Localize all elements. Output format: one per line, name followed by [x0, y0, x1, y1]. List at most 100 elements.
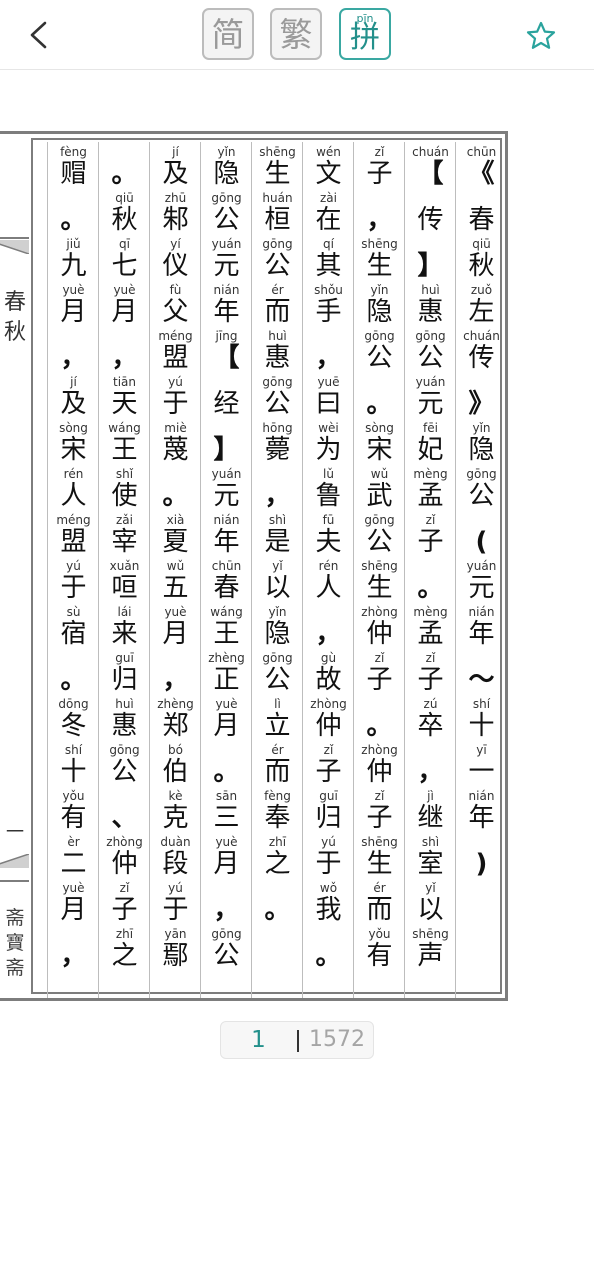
- hanzi-char: 》: [468, 389, 495, 419]
- hanzi-char: 】: [213, 435, 240, 465]
- char-cell: shēng 生: [354, 560, 405, 605]
- char-cell: fèng 赗: [48, 146, 99, 191]
- char-cell: ，: [48, 928, 99, 973]
- hanzi-char: 。: [366, 711, 393, 741]
- char-cell: 》: [456, 376, 507, 421]
- hanzi-char: 仲: [111, 849, 138, 879]
- hanzi-char: ): [475, 849, 488, 879]
- text-column: 。 qiū 秋 qī 七 yuè 月 ， tiān 天 wáng 王 shǐ 使 zǎi 宰 xuǎn 咺 lái 来…: [99, 140, 150, 1000]
- char-cell: zhī 之: [99, 928, 150, 973]
- char-cell: zǐ 子: [354, 146, 405, 191]
- hanzi-char: 有: [60, 803, 87, 833]
- hanzi-char: 子: [315, 757, 342, 787]
- char-cell: 传: [405, 192, 456, 237]
- char-cell: lái 来: [99, 606, 150, 651]
- hanzi-char: 室: [417, 849, 444, 879]
- hanzi-char: ～: [468, 665, 495, 695]
- hanzi-char: 子: [366, 803, 393, 833]
- char-cell: zuǒ 左: [456, 284, 507, 329]
- char-cell: yuè 月: [201, 698, 252, 743]
- hanzi-char: 于: [315, 849, 342, 879]
- hanzi-char: 春: [213, 573, 240, 603]
- char-cell: 】: [405, 238, 456, 283]
- char-cell: shì 是: [252, 514, 303, 559]
- side-page-number: 一: [6, 822, 24, 843]
- hanzi-char: 于: [162, 895, 189, 925]
- char-cell: yǒu 有: [48, 790, 99, 835]
- char-cell: bó 伯: [150, 744, 201, 789]
- hanzi-char: ，: [111, 343, 138, 373]
- hanzi-char: 鄢: [162, 941, 189, 971]
- char-cell: zǐ 子: [354, 790, 405, 835]
- hanzi-char: 在: [315, 205, 342, 235]
- total-pages: 1572: [309, 1027, 365, 1052]
- char-cell: jì 继: [405, 790, 456, 835]
- char-cell: jí 及: [150, 146, 201, 191]
- char-cell: qí 其: [303, 238, 354, 283]
- char-cell: huì 惠: [405, 284, 456, 329]
- char-cell: tiān 天: [99, 376, 150, 421]
- hanzi-char: 蔑: [162, 435, 189, 465]
- hanzi-char: 秋: [111, 205, 138, 235]
- hanzi-char: 伯: [162, 757, 189, 787]
- hanzi-char: 子: [417, 527, 444, 557]
- hanzi-char: 、: [111, 803, 138, 833]
- star-outline-icon: [526, 21, 556, 49]
- hanzi-char: 孟: [417, 481, 444, 511]
- simplified-label: 简: [211, 14, 245, 54]
- char-cell: yǒu 有: [354, 928, 405, 973]
- back-button[interactable]: [18, 14, 58, 56]
- char-cell: yǐn 隐: [354, 284, 405, 329]
- traditional-label: 繁: [279, 14, 313, 54]
- char-cell: wáng 王: [99, 422, 150, 467]
- traditional-mode-button[interactable]: 繁: [270, 8, 322, 60]
- char-cell: shí 十: [48, 744, 99, 789]
- fishtail-ornament: [0, 854, 29, 868]
- char-cell: gōng 公: [354, 330, 405, 375]
- char-cell: yú 于: [150, 376, 201, 421]
- hanzi-char: 。: [417, 573, 444, 603]
- side-seal-char: 斋: [5, 907, 25, 929]
- text-column: chūn 《春 qiū 秋 zuǒ 左 chuán 传》 yǐn 隐 gōng 公(yuán 元 nián…: [456, 140, 507, 1000]
- char-cell: qiū 秋: [456, 238, 507, 283]
- simplified-mode-button[interactable]: 简: [202, 8, 254, 60]
- chevron-left-icon: [30, 21, 47, 49]
- char-cell: ，: [48, 330, 99, 375]
- char-cell: zǐ 子: [99, 882, 150, 927]
- char-cell: guī 归: [303, 790, 354, 835]
- hanzi-char: 元: [213, 481, 240, 511]
- hanzi-char: 薨: [264, 435, 291, 465]
- hanzi-char: 月: [213, 711, 240, 741]
- hanzi-char: 三: [213, 803, 240, 833]
- hanzi-char: ，: [315, 343, 342, 373]
- hanzi-char: 九: [60, 251, 87, 281]
- hanzi-char: 惠: [264, 343, 291, 373]
- char-cell: sù 宿: [48, 606, 99, 651]
- char-cell: 、: [99, 790, 150, 835]
- char-cell: ，: [99, 330, 150, 375]
- book-page[interactable]: 春 秋 一 斋 寶 斋 chūn 《春 qiū 秋 zuǒ 左 chuán 传》 yǐn 隐 gōn…: [0, 131, 508, 1001]
- char-cell: zǐ 子: [303, 744, 354, 789]
- hanzi-char: 公: [213, 205, 240, 235]
- page-indicator[interactable]: 1 1572: [220, 1021, 374, 1059]
- char-cell: ér 而: [252, 744, 303, 789]
- hanzi-char: 而: [366, 895, 393, 925]
- char-cell: miè 蔑: [150, 422, 201, 467]
- hanzi-char: 赗: [60, 159, 87, 189]
- hanzi-char: 宿: [60, 619, 87, 649]
- char-cell: shí 十: [456, 698, 507, 743]
- column-separator: [47, 142, 48, 998]
- hanzi-char: 秋: [468, 251, 495, 281]
- hanzi-char: 咺: [111, 573, 138, 603]
- pinyin-mode-button[interactable]: pīn 拼: [339, 8, 391, 60]
- hanzi-char: 】: [417, 251, 444, 281]
- char-cell: yuè 月: [99, 284, 150, 329]
- favorite-button[interactable]: [520, 15, 562, 57]
- char-cell: yī 一: [456, 744, 507, 789]
- char-cell: sān 三: [201, 790, 252, 835]
- hanzi-char: 仲: [366, 757, 393, 787]
- char-cell: jiǔ 九: [48, 238, 99, 283]
- char-cell: huì 惠: [252, 330, 303, 375]
- hanzi-char: ，: [162, 665, 189, 695]
- hanzi-char: 隐: [213, 159, 240, 189]
